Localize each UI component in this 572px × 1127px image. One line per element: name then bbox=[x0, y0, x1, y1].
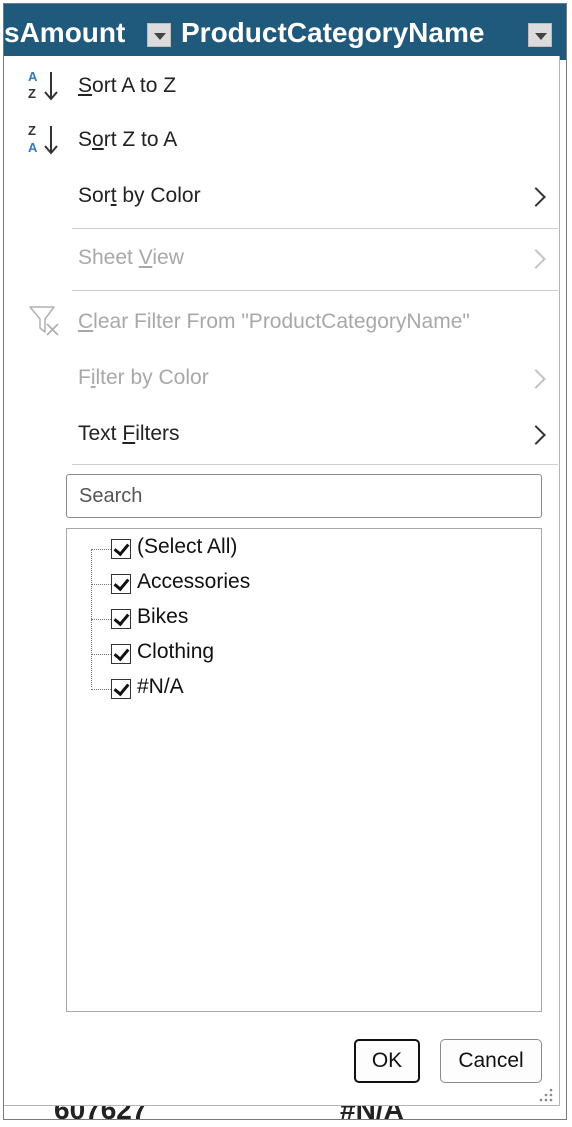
menu-item-text-filters[interactable]: Text Filters bbox=[4, 408, 558, 458]
checkbox-checked[interactable] bbox=[111, 644, 131, 664]
list-item-label: Bikes bbox=[137, 605, 189, 628]
checkbox-checked[interactable] bbox=[111, 679, 131, 699]
chevron-right-icon bbox=[526, 249, 546, 269]
column-header-sales-amount: sAmount bbox=[4, 17, 126, 48]
sort-descending-icon: Z A bbox=[28, 123, 58, 155]
tree-connector bbox=[91, 584, 111, 585]
search-box bbox=[66, 474, 542, 518]
svg-text:Z: Z bbox=[28, 123, 36, 138]
tree-connector bbox=[91, 549, 111, 550]
column-header-productcategoryname: ProductCategoryName bbox=[181, 17, 485, 48]
filter-values-list: (Select All) Accessories Bikes Clothing bbox=[66, 528, 542, 1012]
menu-label-text-filters: Text Filters bbox=[78, 422, 180, 445]
list-item[interactable]: Accessories bbox=[91, 568, 391, 600]
list-item[interactable]: #N/A bbox=[91, 673, 391, 705]
excel-filter-screenshot: sAmount ProductCategoryName 607627 #N/A … bbox=[3, 3, 567, 1120]
svg-text:A: A bbox=[28, 140, 38, 155]
svg-text:Z: Z bbox=[28, 86, 36, 101]
chevron-right-icon bbox=[526, 425, 546, 445]
svg-text:A: A bbox=[28, 69, 38, 84]
sort-ascending-icon: A Z bbox=[28, 69, 58, 101]
autofilter-menu: A Z Sort A to Z Z A Sort Z to A Sort by … bbox=[4, 56, 560, 1106]
filter-dropdown-button-productcategoryname[interactable] bbox=[528, 23, 552, 47]
list-item-label: Accessories bbox=[137, 570, 251, 593]
chevron-right-icon bbox=[526, 369, 546, 389]
column-header-row: sAmount ProductCategoryName bbox=[4, 4, 566, 60]
menu-separator bbox=[72, 464, 558, 465]
tree-connector bbox=[91, 654, 111, 655]
list-item[interactable]: Clothing bbox=[91, 638, 391, 670]
checkbox-checked[interactable] bbox=[111, 539, 131, 559]
menu-item-sheet-view: Sheet View bbox=[4, 232, 558, 282]
resize-grip-icon[interactable] bbox=[538, 1086, 554, 1102]
cancel-button[interactable]: Cancel bbox=[440, 1039, 542, 1083]
list-item-label: (Select All) bbox=[137, 535, 238, 558]
menu-separator bbox=[72, 290, 558, 291]
list-item-label: #N/A bbox=[137, 675, 184, 698]
menu-item-sort-z-to-a[interactable]: Z A Sort Z to A bbox=[4, 114, 558, 164]
list-item-select-all[interactable]: (Select All) bbox=[91, 533, 391, 565]
tree-connector bbox=[91, 689, 111, 690]
tree-connector bbox=[91, 619, 111, 620]
ok-button[interactable]: OK bbox=[354, 1039, 420, 1083]
menu-label-sort-a-to-z: Sort A to Z bbox=[78, 74, 177, 97]
menu-label-sort-by-color: Sort by Color bbox=[78, 184, 201, 207]
clear-filter-icon bbox=[29, 306, 59, 336]
menu-item-clear-filter: Clear Filter From "ProductCategoryName" bbox=[4, 296, 558, 348]
menu-separator bbox=[72, 228, 558, 229]
menu-label-clear-filter: Clear Filter From "ProductCategoryName" bbox=[78, 310, 470, 333]
checkbox-checked[interactable] bbox=[111, 574, 131, 594]
menu-label-filter-by-color: Filter by Color bbox=[78, 366, 209, 389]
menu-item-filter-by-color: Filter by Color bbox=[4, 352, 558, 402]
filter-dropdown-button-salesamount[interactable] bbox=[147, 23, 171, 47]
list-item[interactable]: Bikes bbox=[91, 603, 391, 635]
list-item-label: Clothing bbox=[137, 640, 215, 663]
menu-label-sheet-view: Sheet View bbox=[78, 246, 184, 269]
menu-item-sort-a-to-z[interactable]: A Z Sort A to Z bbox=[4, 60, 558, 110]
chevron-right-icon bbox=[526, 187, 546, 207]
menu-item-sort-by-color[interactable]: Sort by Color bbox=[4, 170, 558, 220]
menu-label-sort-z-to-a: Sort Z to A bbox=[78, 128, 178, 151]
search-input[interactable] bbox=[77, 475, 521, 517]
checkbox-checked[interactable] bbox=[111, 609, 131, 629]
